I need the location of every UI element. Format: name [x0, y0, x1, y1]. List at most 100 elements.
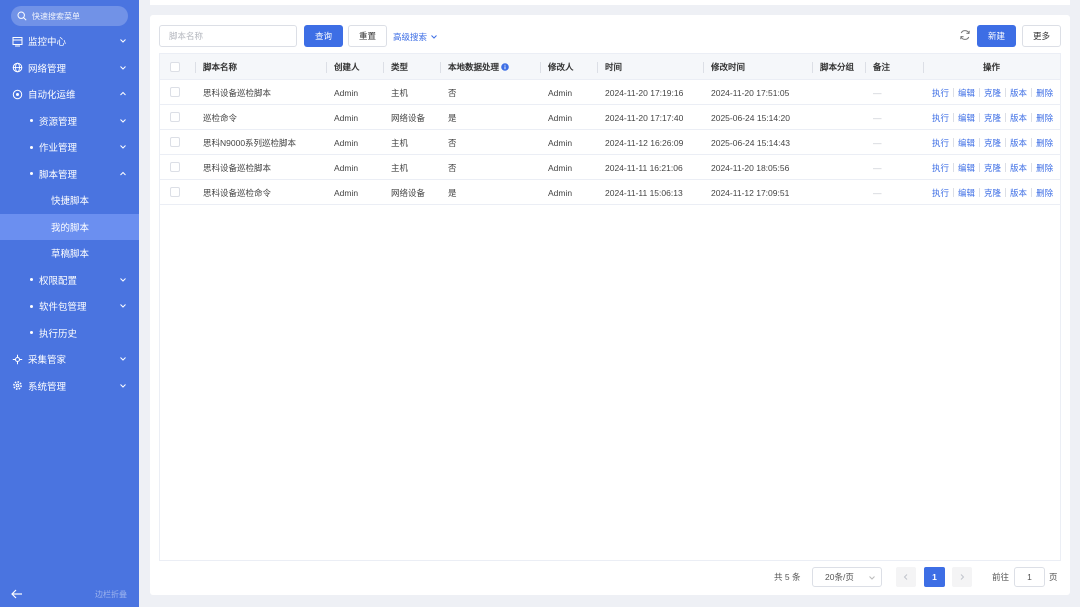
sidebar-item-scripts[interactable]: 脚本管理	[0, 161, 139, 188]
edit-link[interactable]: 编辑	[958, 137, 975, 149]
arrow-left-icon	[11, 589, 22, 599]
version-link[interactable]: 版本	[1010, 162, 1027, 174]
sidebar-item-label: 脚本管理	[39, 169, 78, 181]
bullet-dot-icon	[30, 304, 33, 308]
execute-link[interactable]: 执行	[932, 87, 949, 99]
cell-local: 否	[448, 162, 457, 173]
cell-local: 是	[448, 187, 457, 198]
chevron-right-icon	[960, 574, 965, 580]
cell-time: 2024-11-12 16:26:09	[605, 137, 684, 148]
advanced-search-label: 高级搜索	[393, 32, 428, 42]
col-name: 脚本名称	[195, 54, 237, 80]
sidebar-item-system[interactable]: 系统管理	[0, 373, 139, 400]
clone-link[interactable]: 克隆	[984, 87, 1001, 99]
table-header: 脚本名称 创建人 类型 本地数据处理 修改人 时间 修改时间 脚本分组 备注 操…	[160, 54, 1060, 80]
sidebar-item-label: 网络管理	[28, 63, 67, 75]
query-button[interactable]: 查询	[304, 25, 343, 47]
row-checkbox[interactable]	[170, 112, 180, 122]
clone-link[interactable]: 克隆	[984, 137, 1001, 149]
chevron-down-icon	[120, 383, 126, 388]
sidebar-item-quick-scripts[interactable]: 快捷脚本	[0, 187, 139, 214]
sidebar-item-packages[interactable]: 软件包管理	[0, 293, 139, 320]
sidebar-item-automation[interactable]: 自动化运维	[0, 81, 139, 108]
cell-remark: —	[873, 112, 882, 123]
sidebar-item-permissions[interactable]: 权限配置	[0, 267, 139, 294]
row-actions: 执行 编辑 克隆 版本 删除	[932, 80, 1053, 105]
delete-link[interactable]: 删除	[1036, 187, 1053, 199]
sidebar-item-my-scripts[interactable]: 我的脚本	[0, 213, 139, 240]
cell-local: 否	[448, 137, 457, 148]
reset-button[interactable]: 重置	[348, 25, 387, 47]
clone-link[interactable]: 克隆	[984, 187, 1001, 199]
sidebar-item-resources[interactable]: 资源管理	[0, 108, 139, 135]
execute-link[interactable]: 执行	[932, 112, 949, 124]
col-actions-label: 操作	[983, 62, 1001, 72]
sidebar-item-network[interactable]: 网络管理	[0, 55, 139, 82]
clone-link[interactable]: 克隆	[984, 162, 1001, 174]
automation-icon	[12, 89, 23, 99]
sidebar-item-collector[interactable]: 采集管家	[0, 346, 139, 373]
row-checkbox[interactable]	[170, 162, 180, 172]
execute-link[interactable]: 执行	[932, 162, 949, 174]
version-link[interactable]: 版本	[1010, 137, 1027, 149]
cell-name: 思科N9000系列巡检脚本	[203, 137, 297, 148]
script-name-input[interactable]: 脚本名称	[159, 25, 297, 47]
next-page-button[interactable]	[952, 567, 972, 587]
advanced-search-toggle[interactable]: 高级搜索	[393, 31, 438, 43]
delete-link[interactable]: 删除	[1036, 137, 1053, 149]
edit-link[interactable]: 编辑	[958, 112, 975, 124]
delete-link[interactable]: 删除	[1036, 162, 1053, 174]
page-size-select[interactable]: 20条/页	[812, 567, 882, 587]
chevron-down-icon	[120, 65, 126, 70]
edit-link[interactable]: 编辑	[958, 162, 975, 174]
execute-link[interactable]: 执行	[932, 137, 949, 149]
row-checkbox[interactable]	[170, 137, 180, 147]
sidebar-item-monitoring[interactable]: 监控中心	[0, 28, 139, 55]
sidebar-item-draft-scripts[interactable]: 草稿脚本	[0, 240, 139, 267]
row-checkbox[interactable]	[170, 187, 180, 197]
row-checkbox[interactable]	[170, 87, 180, 97]
delete-link[interactable]: 删除	[1036, 112, 1053, 124]
cell-remark: —	[873, 137, 882, 148]
menu-search-input[interactable]: 快速搜索菜单	[11, 6, 128, 26]
execute-link[interactable]: 执行	[932, 187, 949, 199]
version-link[interactable]: 版本	[1010, 187, 1027, 199]
refresh-icon[interactable]	[959, 29, 971, 41]
cell-local: 否	[448, 87, 457, 98]
cell-type: 主机	[391, 162, 409, 173]
cell-modifier: Admin	[548, 112, 573, 123]
more-button[interactable]: 更多	[1022, 25, 1061, 47]
col-group-label: 脚本分组	[820, 62, 855, 72]
edit-link[interactable]: 编辑	[958, 87, 975, 99]
sidebar-collapse-button[interactable]: 边栏折叠	[0, 581, 139, 607]
select-all-checkbox[interactable]	[170, 62, 180, 72]
sidebar-item-label: 自动化运维	[28, 90, 76, 102]
chevron-down-icon	[120, 304, 126, 308]
delete-link[interactable]: 删除	[1036, 87, 1053, 99]
page-number-current[interactable]: 1	[924, 567, 945, 587]
cell-creator: Admin	[334, 137, 359, 148]
version-link[interactable]: 版本	[1010, 87, 1027, 99]
version-link[interactable]: 版本	[1010, 112, 1027, 124]
cell-type: 主机	[391, 137, 409, 148]
cell-mtime: 2025-06-24 15:14:43	[711, 137, 790, 148]
chevron-down-icon	[120, 118, 126, 123]
goto-page-input[interactable]: 1	[1014, 567, 1045, 587]
cell-modifier: Admin	[548, 137, 573, 148]
sidebar-item-history[interactable]: 执行历史	[0, 320, 139, 347]
clone-link[interactable]: 克隆	[984, 112, 1001, 124]
edit-link[interactable]: 编辑	[958, 187, 975, 199]
info-icon[interactable]	[501, 63, 509, 71]
sidebar-item-jobs[interactable]: 作业管理	[0, 134, 139, 161]
prev-page-button[interactable]	[896, 567, 916, 587]
goto-suffix: 页	[1049, 572, 1058, 582]
new-button[interactable]: 新建	[977, 25, 1016, 47]
table-row: 思科设备巡检脚本 Admin 主机 否 Admin 2024-11-11 16:…	[160, 155, 1060, 180]
col-type-label: 类型	[391, 62, 409, 72]
collapse-label: 边栏折叠	[95, 589, 127, 599]
cell-modifier: Admin	[548, 87, 573, 98]
cell-remark: —	[873, 162, 882, 173]
chevron-up-icon	[120, 171, 126, 175]
col-creator: 创建人	[326, 54, 360, 80]
page-size-value: 20条/页	[825, 572, 854, 582]
